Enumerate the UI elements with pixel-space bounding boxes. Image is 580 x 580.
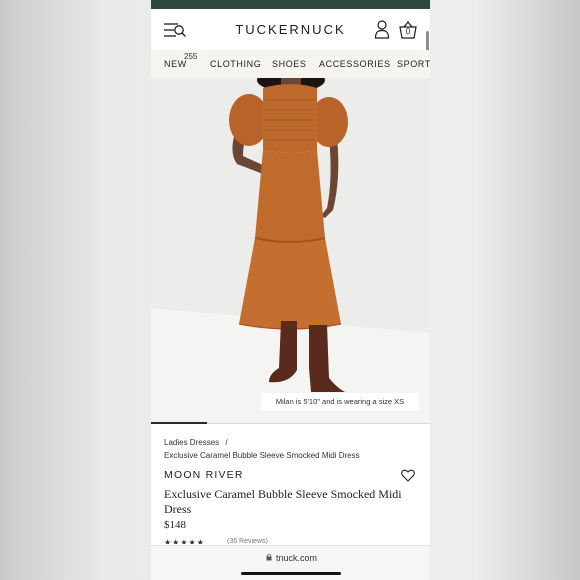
site-header: TUCKERNUCK 0 [151,9,430,91]
bag-count: 0 [405,27,411,36]
rating-stars[interactable]: ★★★★★ [164,538,205,544]
nav-item-shoes[interactable]: SHOES [272,59,307,69]
breadcrumb: Ladies Dresses / [164,438,228,447]
breadcrumb-separator: / [225,438,228,447]
designer-name[interactable]: MOON RIVER [164,469,244,481]
product-price: $148 [164,519,186,531]
lock-icon [266,553,272,561]
breadcrumb-current: Exclusive Caramel Bubble Sleeve Smocked … [164,451,360,460]
review-count[interactable]: (36 Reviews) [227,538,268,544]
phone-screen: TUCKERNUCK 0 255 NEW CLOTHING SHOES ACCE… [151,0,430,580]
heart-icon[interactable] [401,469,415,482]
nav-item-sport[interactable]: SPORT [397,59,430,69]
product-title: Exclusive Caramel Bubble Sleeve Smocked … [164,487,402,516]
nav-item-clothing[interactable]: CLOTHING [210,59,261,69]
top-accent-bar [151,0,430,9]
home-indicator[interactable] [241,572,341,575]
account-icon[interactable] [374,20,390,39]
nav-item-new[interactable]: NEW [164,59,187,69]
nav-item-accessories[interactable]: ACCESSORIES [319,59,391,69]
carousel-indicator[interactable] [151,422,207,424]
model-photo [151,78,430,423]
product-hero-image[interactable]: Milan is 5'10" and is wearing a size XS [151,78,430,423]
model-size-caption: Milan is 5'10" and is wearing a size XS [261,393,419,411]
category-nav: 255 NEW CLOTHING SHOES ACCESSORIES SPORT [151,50,430,78]
url-text[interactable]: tnuck.com [276,553,317,563]
breadcrumb-parent-link[interactable]: Ladies Dresses [164,438,219,447]
browser-url-bar[interactable]: tnuck.com [151,545,430,580]
